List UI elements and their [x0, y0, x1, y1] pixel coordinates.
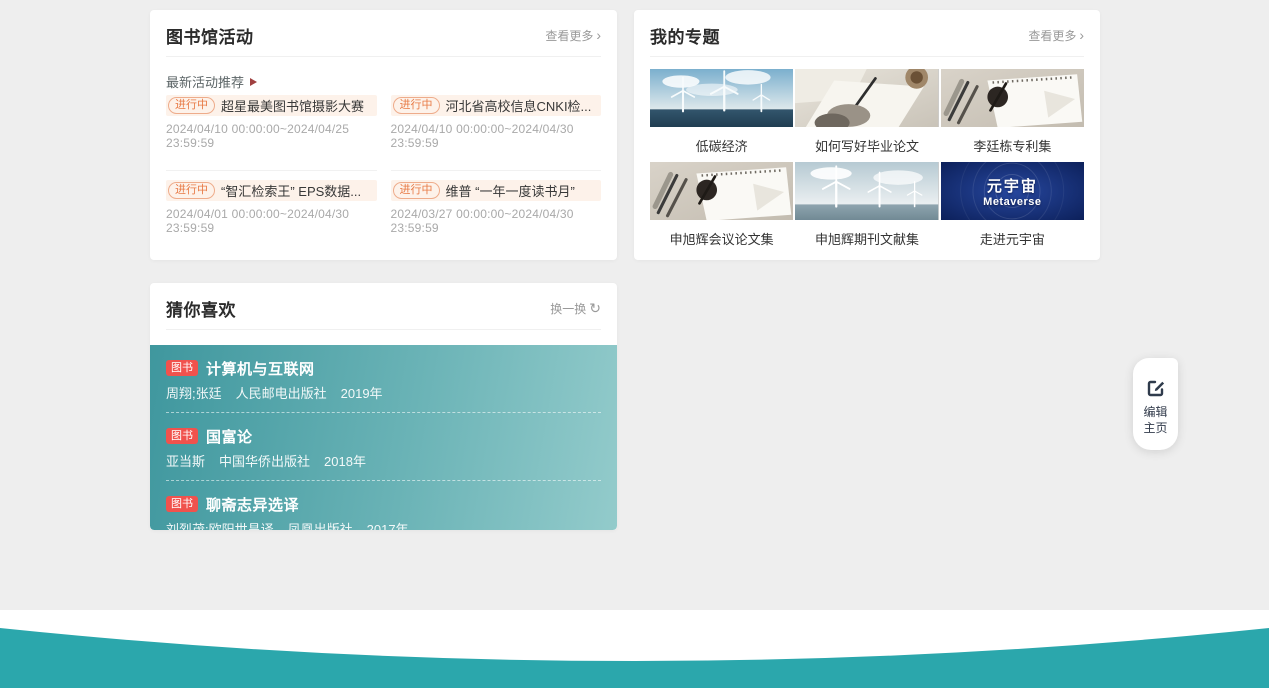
- book-year: 2019年: [341, 386, 383, 401]
- activity-item[interactable]: 进行中 超星最美图书馆摄影大赛 2024/04/10 00:00:00~2024…: [166, 95, 377, 170]
- book-type-badge: 图书: [166, 360, 198, 376]
- guess-you-like-title: 猜你喜欢: [166, 296, 236, 321]
- book-year: 2017年: [367, 522, 409, 530]
- play-icon: [250, 78, 257, 86]
- topic-thumbnail-writing-hand: [795, 69, 938, 127]
- topic-thumbnail-notebook-pens: [941, 69, 1084, 127]
- activity-date: 2024/04/10 00:00:00~2024/04/30 23:59:59: [391, 122, 602, 150]
- library-activities-header: 图书馆活动 查看更多 ›: [150, 10, 617, 56]
- header-divider: [166, 329, 601, 330]
- topic-item[interactable]: 如何写好毕业论文: [795, 69, 938, 162]
- footer-wave: [0, 610, 1269, 688]
- topic-item[interactable]: 元宇宙 Metaverse 走进元宇宙: [941, 162, 1084, 255]
- topic-thumbnail-notebook-pens: [650, 162, 793, 220]
- topic-thumbnail-metaverse: 元宇宙 Metaverse: [941, 162, 1084, 220]
- book-meta: 周翔;张廷人民邮电出版社 2019年: [166, 383, 601, 402]
- topic-item[interactable]: 申旭辉会议论文集: [650, 162, 793, 255]
- book-publisher: 中国华侨出版社: [219, 454, 310, 469]
- guess-you-like-header: 猜你喜欢 换一换 ↻: [150, 283, 617, 329]
- book-meta: 亚当斯中国华侨出版社 2018年: [166, 451, 601, 470]
- activity-date: 2024/03/27 00:00:00~2024/04/30 23:59:59: [391, 207, 602, 235]
- activity-grid: 进行中 超星最美图书馆摄影大赛 2024/04/10 00:00:00~2024…: [166, 95, 601, 235]
- library-activities-more-link[interactable]: 查看更多 ›: [545, 27, 601, 44]
- book-title: 国富论: [206, 426, 253, 447]
- book-type-badge: 图书: [166, 428, 198, 444]
- topic-thumbnail-wind-turbines-light: [795, 162, 938, 220]
- activity-item[interactable]: 进行中 河北省高校信息CNKI检... 2024/04/10 00:00:00~…: [391, 95, 602, 170]
- refresh-icon: ↻: [589, 302, 601, 314]
- edit-icon: [1146, 378, 1166, 398]
- header-divider: [650, 56, 1084, 57]
- status-badge: 进行中: [393, 182, 440, 199]
- chevron-right-icon: ›: [596, 29, 601, 41]
- book-meta: 刘烈茂;欧阳世昌译 凤凰出版社 2017年: [166, 519, 601, 530]
- topic-item[interactable]: 低碳经济: [650, 69, 793, 162]
- book-title: 计算机与互联网: [206, 358, 315, 379]
- metaverse-subtitle: Metaverse: [983, 196, 1041, 208]
- topic-item[interactable]: 李廷栋专利集: [941, 69, 1084, 162]
- latest-activities-label: 最新活动推荐: [166, 72, 244, 91]
- edit-homepage-label: 编辑 主页: [1143, 404, 1167, 436]
- activity-date: 2024/04/10 00:00:00~2024/04/25 23:59:59: [166, 122, 377, 150]
- book-title: 聊斋志异选译: [206, 494, 299, 515]
- my-topics-header: 我的专题 查看更多 ›: [634, 10, 1100, 56]
- book-authors: 亚当斯: [166, 454, 205, 469]
- latest-activities-row: 最新活动推荐: [166, 72, 601, 91]
- refresh-link[interactable]: 换一换 ↻: [550, 300, 601, 317]
- topic-label: 如何写好毕业论文: [795, 127, 938, 162]
- status-badge: 进行中: [168, 182, 215, 199]
- library-activities-card: 图书馆活动 查看更多 › 最新活动推荐 进行中 超星最美图书馆摄影大赛 2024…: [150, 10, 617, 260]
- activity-date: 2024/04/01 00:00:00~2024/04/30 23:59:59: [166, 207, 377, 235]
- edit-homepage-button[interactable]: 编辑 主页: [1133, 358, 1178, 450]
- activity-title: 河北省高校信息CNKI检...: [446, 96, 592, 115]
- more-label: 查看更多: [545, 27, 593, 44]
- book-item[interactable]: 图书 聊斋志异选译 刘烈茂;欧阳世昌译 凤凰出版社 2017年: [166, 481, 601, 530]
- recommended-books-panel: 图书 计算机与互联网 周翔;张廷人民邮电出版社 2019年 图书 国富论 亚当斯中…: [150, 345, 617, 530]
- topic-item[interactable]: 申旭辉期刊文献集: [795, 162, 938, 255]
- metaverse-title: 元宇宙: [987, 175, 1038, 196]
- my-topics-card: 我的专题 查看更多 › 低碳经济 如何写好毕业论文 李廷栋专利集 申旭辉会议论文…: [634, 10, 1100, 260]
- topics-grid: 低碳经济 如何写好毕业论文 李廷栋专利集 申旭辉会议论文集 申旭辉期刊文献集 元…: [650, 69, 1084, 255]
- activity-title: “智汇检索王” EPS数据...: [221, 181, 361, 200]
- activity-title: 维普 “一年一度读书月”: [446, 181, 575, 200]
- book-type-badge: 图书: [166, 496, 198, 512]
- my-topics-title: 我的专题: [650, 23, 720, 48]
- library-activities-title: 图书馆活动: [166, 23, 254, 48]
- activity-title: 超星最美图书馆摄影大赛: [221, 96, 364, 115]
- activity-item[interactable]: 进行中 “智汇检索王” EPS数据... 2024/04/01 00:00:00…: [166, 170, 377, 235]
- topic-thumbnail-wind-turbines: [650, 69, 793, 127]
- book-year: 2018年: [324, 454, 366, 469]
- header-divider: [166, 56, 601, 57]
- activity-item[interactable]: 进行中 维普 “一年一度读书月” 2024/03/27 00:00:00~202…: [391, 170, 602, 235]
- topic-label: 申旭辉会议论文集: [650, 220, 793, 255]
- status-badge: 进行中: [168, 97, 215, 114]
- topic-label: 走进元宇宙: [941, 220, 1084, 255]
- metaverse-banner-text: 元宇宙 Metaverse: [941, 162, 1084, 220]
- more-label: 查看更多: [1028, 27, 1076, 44]
- refresh-label: 换一换: [550, 300, 586, 317]
- my-topics-more-link[interactable]: 查看更多 ›: [1028, 27, 1084, 44]
- topic-label: 申旭辉期刊文献集: [795, 220, 938, 255]
- book-authors: 刘烈茂;欧阳世昌译: [166, 522, 274, 530]
- book-publisher: 凤凰出版社: [288, 522, 353, 530]
- book-publisher: 人民邮电出版社: [236, 386, 327, 401]
- chevron-right-icon: ›: [1079, 29, 1084, 41]
- status-badge: 进行中: [393, 97, 440, 114]
- topic-label: 低碳经济: [650, 127, 793, 162]
- topic-label: 李廷栋专利集: [941, 127, 1084, 162]
- book-item[interactable]: 图书 计算机与互联网 周翔;张廷人民邮电出版社 2019年: [166, 345, 601, 413]
- guess-you-like-card: 猜你喜欢 换一换 ↻ 图书 计算机与互联网 周翔;张廷人民邮电出版社 2019年 …: [150, 283, 617, 530]
- book-item[interactable]: 图书 国富论 亚当斯中国华侨出版社 2018年: [166, 413, 601, 481]
- book-authors: 周翔;张廷: [166, 386, 222, 401]
